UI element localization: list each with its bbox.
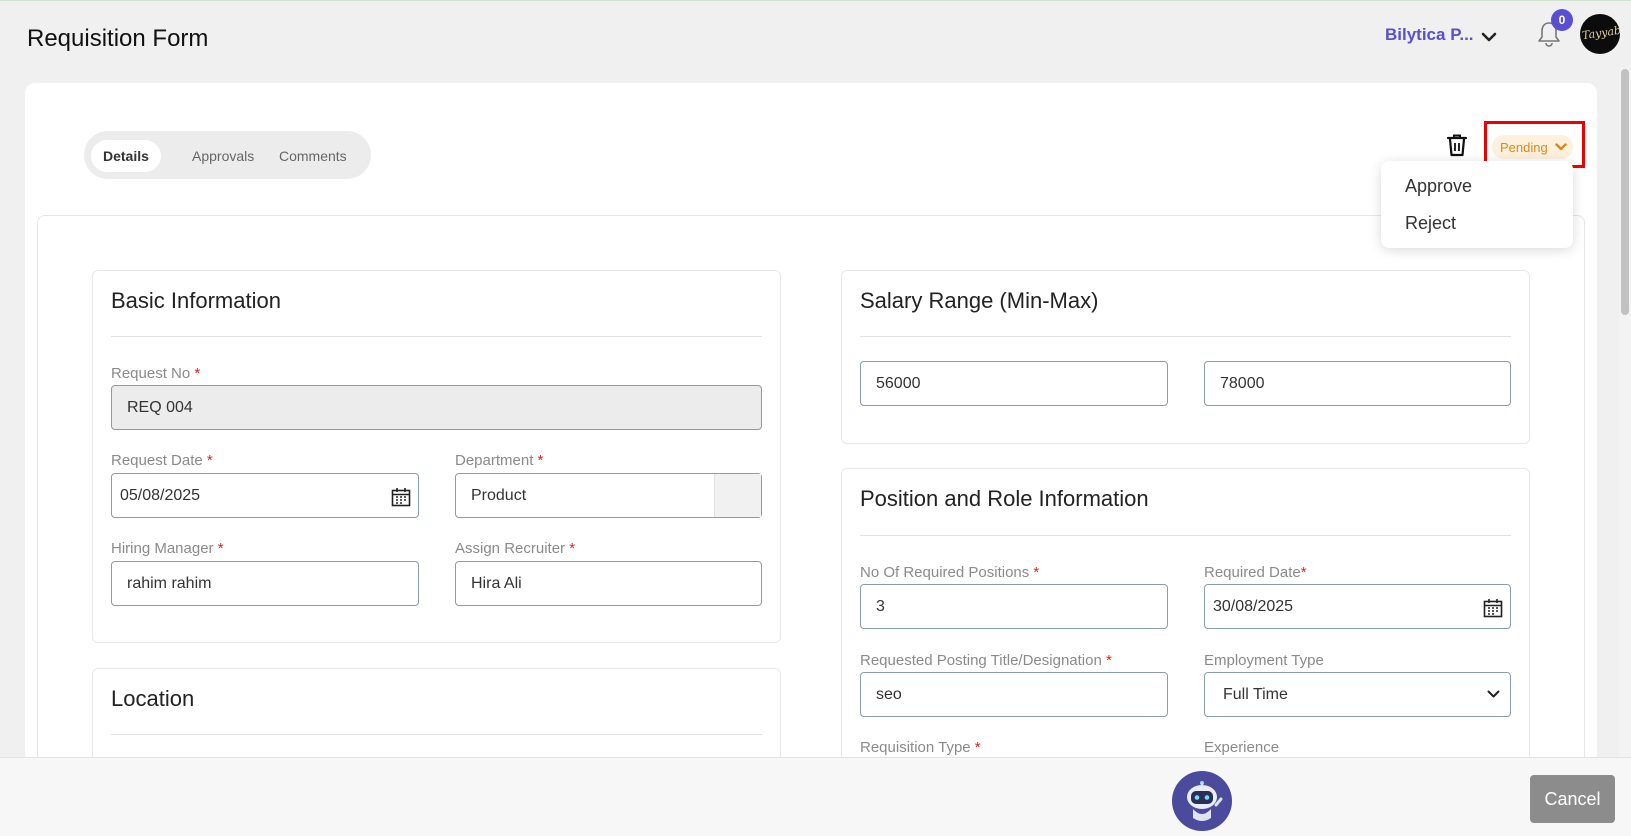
chevron-down-icon[interactable] [1480, 29, 1498, 45]
request-no-field: REQ 004 [111, 385, 762, 430]
status-dropdown[interactable]: Pending [1492, 135, 1573, 159]
request-date-value: 05/08/2025 [120, 487, 201, 504]
chevron-down-icon [1555, 143, 1567, 151]
tab-approvals[interactable]: Approvals [180, 140, 266, 172]
notification-badge: 0 [1551, 9, 1573, 31]
divider [860, 535, 1511, 536]
avatar[interactable]: Tayyaba [1580, 14, 1620, 54]
scrollbar-thumb[interactable] [1621, 69, 1629, 315]
department-value: Product [471, 487, 527, 504]
tab-comments[interactable]: Comments [267, 140, 359, 172]
robot-icon [1173, 772, 1231, 830]
tab-details[interactable]: Details [91, 140, 161, 172]
avatar-signature: Tayyaba [1581, 22, 1620, 43]
hiring-manager-label: Hiring Manager * [111, 540, 224, 557]
posting-title-field[interactable]: seo [860, 672, 1168, 717]
cancel-button[interactable]: Cancel [1530, 775, 1615, 823]
posting-title-label: Requested Posting Title/Designation * [860, 652, 1112, 669]
assistant-bot-button[interactable] [1172, 771, 1232, 831]
request-date-label: Request Date * [111, 452, 213, 469]
menu-item-reject[interactable]: Reject [1405, 213, 1456, 234]
section-title: Basic Information [111, 288, 281, 313]
divider [860, 336, 1511, 337]
salary-max-field[interactable]: 78000 [1204, 361, 1511, 406]
experience-label: Experience [1204, 739, 1280, 756]
department-select[interactable]: Product [455, 473, 762, 518]
hiring-manager-field[interactable]: rahim rahim [111, 561, 419, 606]
employment-type-select[interactable]: Full Time [1204, 672, 1511, 717]
page-title: Requisition Form [27, 25, 209, 52]
positions-label: No Of Required Positions * [860, 564, 1040, 581]
section-title: Position and Role Information [860, 486, 1149, 511]
department-dropdown-toggle[interactable] [714, 474, 761, 517]
top-bar: Requisition Form Bilytica P... 0 Tayyaba [0, 1, 1631, 71]
status-menu: Approve Reject [1381, 161, 1573, 248]
chevron-down-icon [1487, 690, 1500, 698]
requisition-type-label: Requisition Type * [860, 739, 981, 756]
assign-recruiter-field[interactable]: Hira Ali [455, 561, 762, 606]
required-date-value: 30/08/2025 [1213, 598, 1294, 615]
request-date-field[interactable]: 05/08/2025 [111, 473, 419, 518]
tab-bar: Details Approvals Comments [84, 131, 371, 179]
divider [111, 336, 762, 337]
status-label: Pending [1500, 140, 1548, 155]
menu-item-approve[interactable]: Approve [1405, 176, 1472, 197]
divider [111, 734, 762, 735]
required-date-field[interactable]: 30/08/2025 [1204, 584, 1511, 629]
footer-bar [0, 757, 1631, 836]
section-title: Salary Range (Min-Max) [860, 288, 1099, 313]
assign-recruiter-label: Assign Recruiter * [455, 540, 576, 557]
company-switcher-label[interactable]: Bilytica P... [1385, 25, 1474, 45]
employment-type-value: Full Time [1223, 686, 1288, 703]
salary-min-field[interactable]: 56000 [860, 361, 1168, 406]
required-date-label: Required Date* [1204, 564, 1307, 581]
department-label: Department * [455, 452, 544, 469]
vertical-scrollbar[interactable] [1619, 67, 1631, 757]
positions-field[interactable]: 3 [860, 584, 1168, 629]
calendar-icon[interactable] [391, 487, 411, 507]
calendar-icon[interactable] [1483, 598, 1503, 618]
request-no-label: Request No * [111, 365, 201, 382]
employment-type-label: Employment Type [1204, 652, 1324, 669]
trash-icon[interactable] [1446, 133, 1468, 157]
section-title: Location [111, 686, 195, 711]
